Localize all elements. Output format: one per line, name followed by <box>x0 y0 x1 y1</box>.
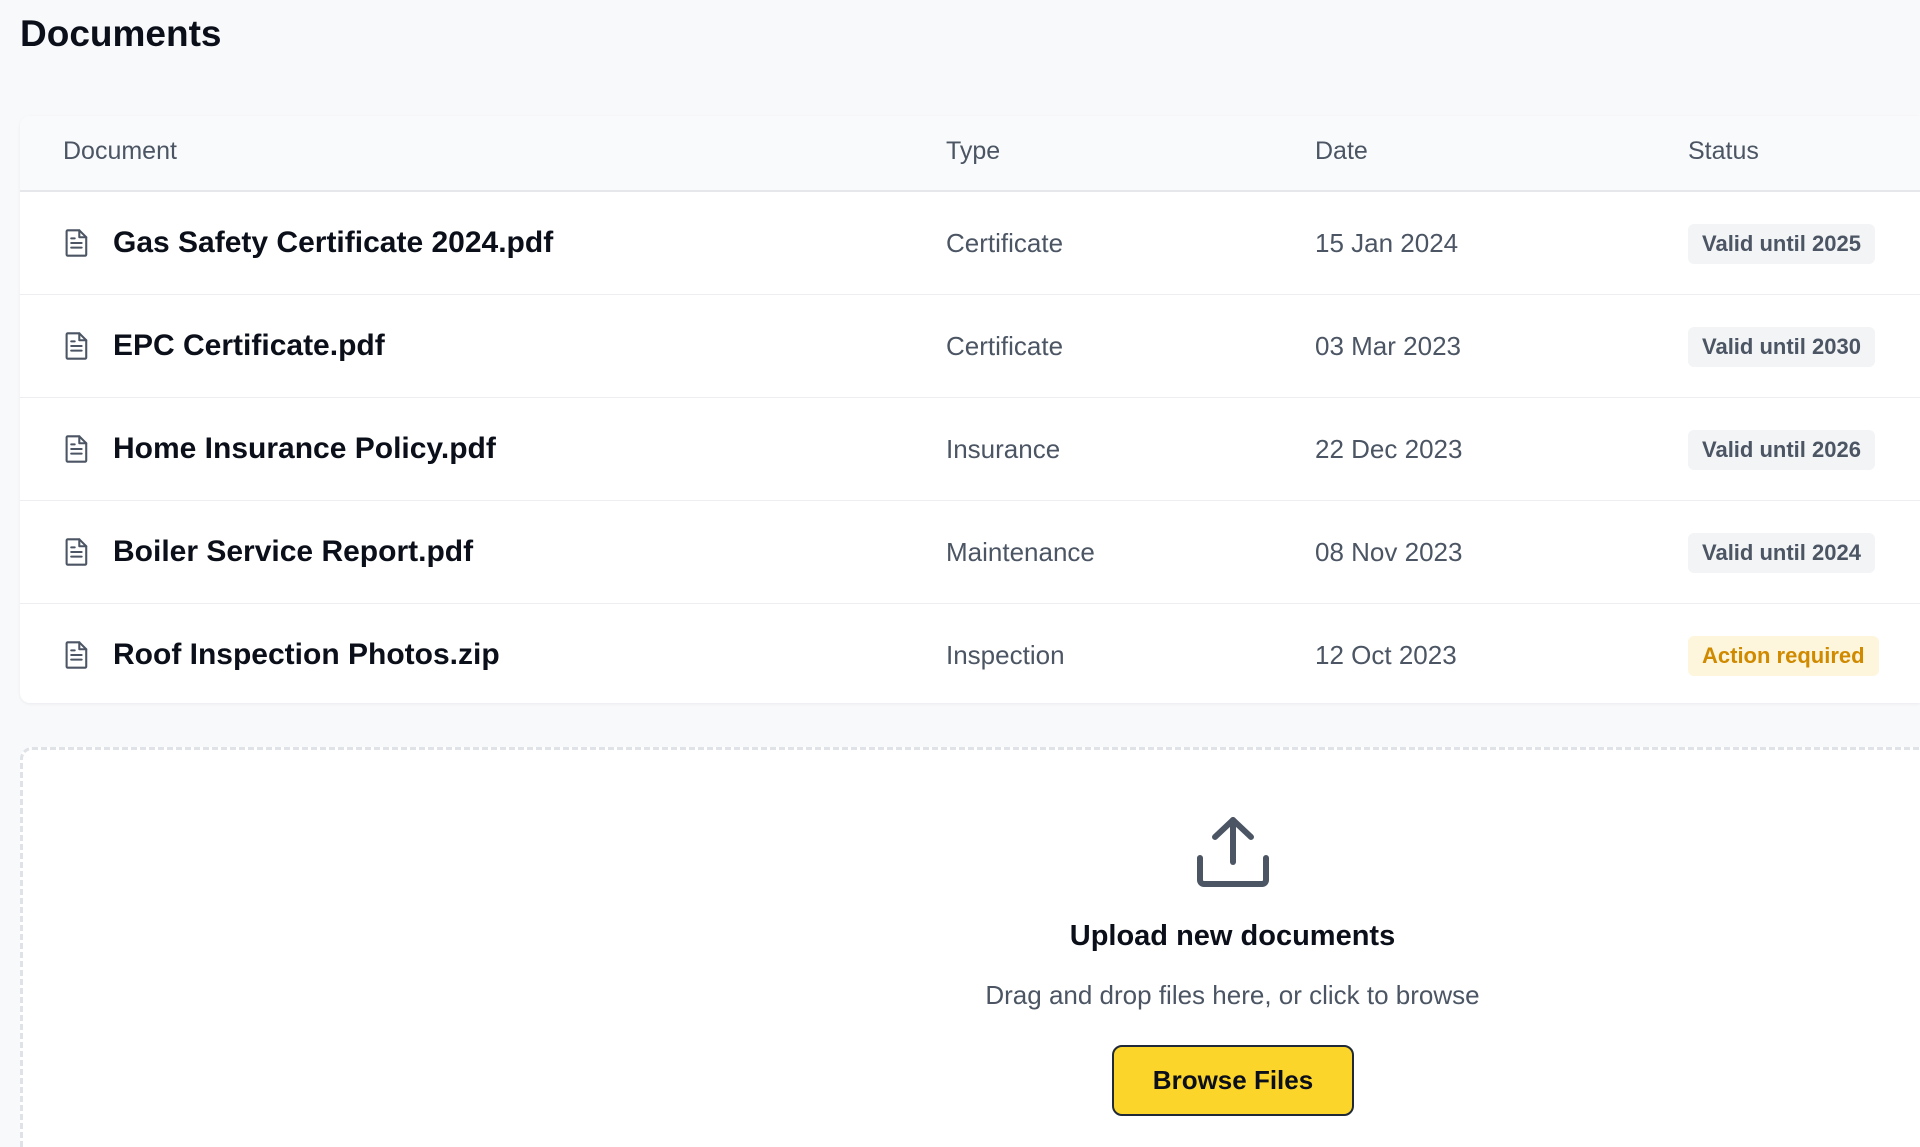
status-badge: Valid until 2025 <box>1688 224 1875 264</box>
document-type: Insurance <box>946 434 1061 464</box>
document-type: Maintenance <box>946 537 1095 567</box>
column-header-document[interactable]: Document <box>63 116 177 186</box>
document-date: 03 Mar 2023 <box>1315 331 1461 361</box>
table-row[interactable]: Home Insurance Policy.pdf Insurance 22 D… <box>20 398 1920 501</box>
status-badge: Valid until 2024 <box>1688 533 1875 573</box>
document-date: 12 Oct 2023 <box>1315 640 1457 670</box>
documents-table: Document Type Date Status Gas Safety Cer… <box>20 116 1920 703</box>
upload-hint: Drag and drop files here, or click to br… <box>985 980 1480 1010</box>
document-name[interactable]: Boiler Service Report.pdf <box>113 501 473 603</box>
document-type: Inspection <box>946 640 1065 670</box>
upload-icon <box>1197 817 1269 887</box>
column-header-date[interactable]: Date <box>1315 116 1368 186</box>
file-icon <box>65 332 88 360</box>
status-badge: Valid until 2026 <box>1688 430 1875 470</box>
table-row[interactable]: Roof Inspection Photos.zip Inspection 12… <box>20 604 1920 703</box>
file-icon <box>65 435 88 463</box>
browse-files-button[interactable]: Browse Files <box>1112 1045 1354 1116</box>
document-date: 15 Jan 2024 <box>1315 228 1459 258</box>
column-header-type[interactable]: Type <box>946 116 1000 186</box>
document-date: 22 Dec 2023 <box>1315 434 1463 464</box>
page-title: Documents <box>20 13 222 54</box>
file-icon <box>65 229 88 257</box>
file-icon <box>65 538 88 566</box>
document-name[interactable]: Gas Safety Certificate 2024.pdf <box>113 192 553 294</box>
status-badge-action-required: Action required <box>1688 636 1879 676</box>
document-name[interactable]: Roof Inspection Photos.zip <box>113 604 500 703</box>
table-row[interactable]: EPC Certificate.pdf Certificate 03 Mar 2… <box>20 295 1920 398</box>
file-icon <box>65 641 88 669</box>
document-name[interactable]: Home Insurance Policy.pdf <box>113 398 496 500</box>
document-date: 08 Nov 2023 <box>1315 537 1463 567</box>
table-header: Document Type Date Status <box>20 116 1920 192</box>
status-badge: Valid until 2030 <box>1688 327 1875 367</box>
table-row[interactable]: Boiler Service Report.pdf Maintenance 08… <box>20 501 1920 604</box>
document-type: Certificate <box>946 331 1064 361</box>
document-type: Certificate <box>946 228 1064 258</box>
table-row[interactable]: Gas Safety Certificate 2024.pdf Certific… <box>20 192 1920 295</box>
upload-title: Upload new documents <box>1069 920 1396 952</box>
document-name[interactable]: EPC Certificate.pdf <box>113 295 385 397</box>
column-header-status[interactable]: Status <box>1688 116 1759 186</box>
